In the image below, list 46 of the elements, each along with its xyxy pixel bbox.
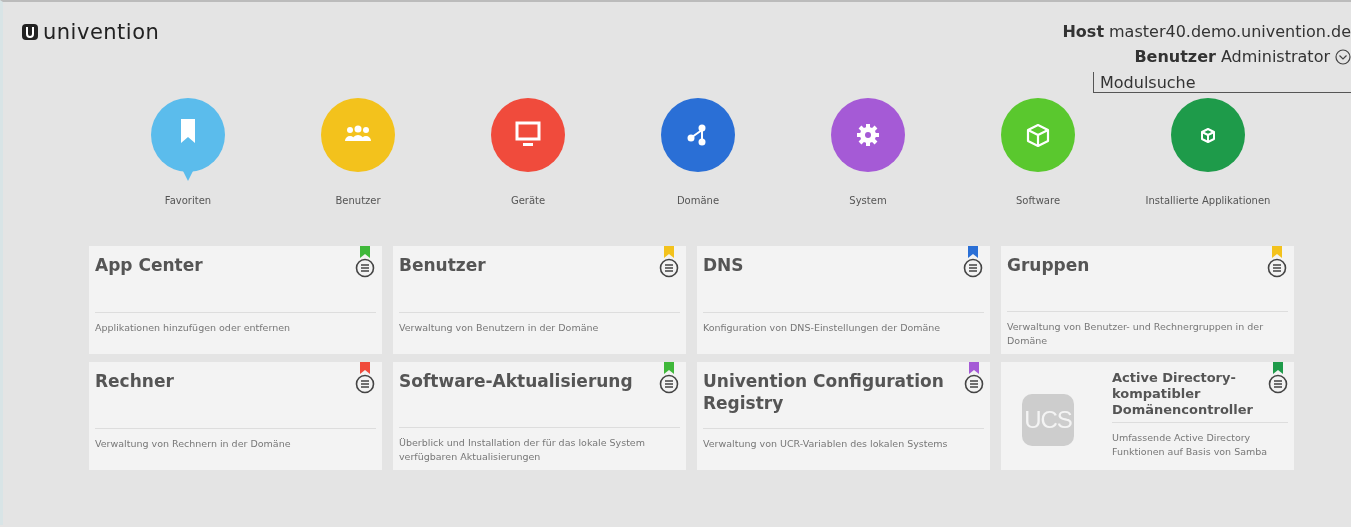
module-tile[interactable]: Univention Configuration Registry Verwaltung von UCR-Variablen des lokalen Systems	[697, 362, 990, 470]
tile-title: DNS	[703, 254, 744, 277]
brand-name: univention	[43, 20, 160, 44]
menu-icon[interactable]	[659, 374, 679, 394]
module-tile[interactable]: DNS Konfiguration von DNS-Einstellungen der Domäne	[697, 246, 990, 354]
tile-title: Software-Aktualisierung	[399, 370, 633, 393]
tile-description: Überblick und Installation der für das lokale System verfügbaren Aktualisierungen	[399, 436, 646, 464]
menu-icon[interactable]	[1267, 258, 1287, 278]
logo-icon	[21, 23, 39, 41]
module-tile[interactable]: Software-Aktualisierung Überblick und Installation der für das lokale System verfügbaren Aktualisierungen	[393, 362, 686, 470]
menu-icon[interactable]	[355, 374, 375, 394]
tile-description: Verwaltung von Benutzern in der Domäne	[399, 321, 600, 335]
category-button[interactable]: Software	[953, 97, 1123, 206]
module-tile[interactable]: Rechner Verwaltung von Rechnern in der Domäne	[89, 362, 382, 470]
category-button[interactable]: Installierte Applikationen	[1123, 97, 1293, 206]
tile-title: Active Directory-kompatibler Domänencontroller	[1112, 370, 1254, 419]
user-label: Benutzer	[1134, 47, 1216, 66]
user-name: Administrator	[1220, 47, 1330, 66]
search-field[interactable]: Modulsuche	[1093, 72, 1351, 93]
module-tile[interactable]: Gruppen Verwaltung von Benutzer- und Rechnergruppen in der Domäne	[1001, 246, 1294, 354]
module-tile[interactable]: App Center Applikationen hinzufügen oder entfernen	[89, 246, 382, 354]
category-button[interactable]: Benutzer	[273, 97, 443, 206]
chevron-down-icon[interactable]	[1335, 48, 1351, 65]
category-button[interactable]: Geräte	[443, 97, 613, 206]
tile-description: Konfiguration von DNS-Einstellungen der Domäne	[703, 321, 942, 335]
tile-description: Verwaltung von Rechnern in der Domäne	[95, 437, 292, 451]
tile-description: Umfassende Active Directory Funktionen auf Basis von Samba	[1112, 431, 1269, 459]
category-button[interactable]: Favoriten	[103, 97, 273, 206]
tile-description: Verwaltung von Benutzer- und Rechnergruppen in der Domäne	[1007, 320, 1265, 348]
category-button[interactable]: System	[783, 97, 953, 206]
tile-title: Univention Configuration Registry	[703, 370, 945, 415]
tile-title: App Center	[95, 254, 203, 277]
tile-title: Rechner	[95, 370, 174, 393]
menu-icon[interactable]	[355, 258, 375, 278]
tile-description: Verwaltung von UCR-Variablen des lokalen Systems	[703, 437, 949, 451]
module-tile[interactable]: Benutzer Verwaltung von Benutzern in der Domäne	[393, 246, 686, 354]
menu-icon[interactable]	[659, 258, 679, 278]
tile-description: Applikationen hinzufügen oder entfernen	[95, 321, 292, 335]
host-label: Host	[1062, 22, 1105, 41]
menu-icon[interactable]	[1268, 374, 1288, 394]
menu-icon[interactable]	[964, 374, 984, 394]
category-button[interactable]: Domäne	[613, 97, 783, 206]
tile-title: Gruppen	[1007, 254, 1090, 277]
tile-title: Benutzer	[399, 254, 486, 277]
host-name: master40.demo.univention.de	[1109, 22, 1351, 41]
menu-icon[interactable]	[963, 258, 983, 278]
